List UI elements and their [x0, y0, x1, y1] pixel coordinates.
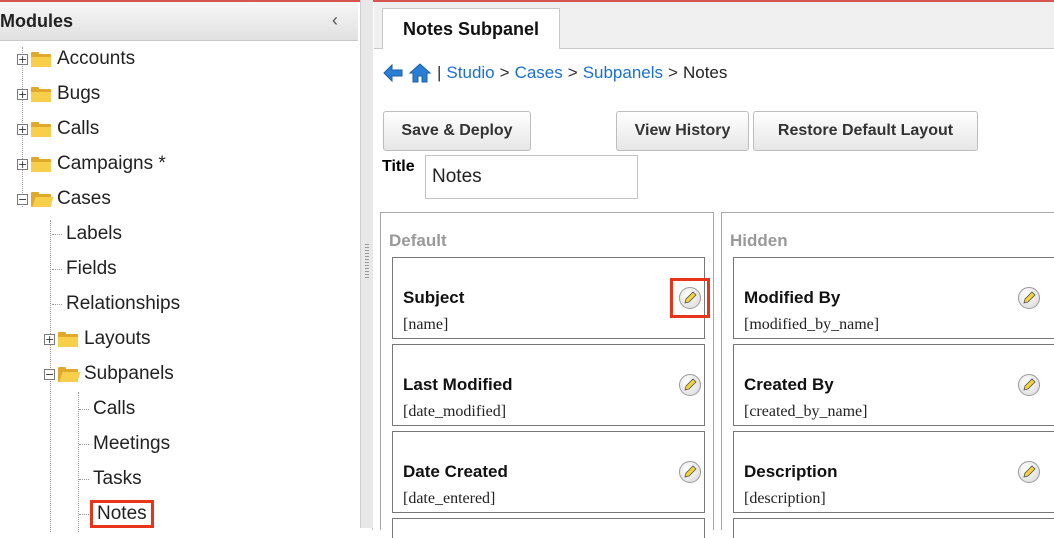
- field-key: [name]: [403, 316, 449, 333]
- field-key: [modified_by_name]: [744, 316, 880, 333]
- tree-node-label: Labels: [66, 223, 122, 244]
- edit-pencil-icon[interactable]: [679, 374, 701, 396]
- tree-node-label: Meetings: [93, 433, 171, 454]
- folder-icon: [58, 331, 78, 347]
- expand-icon[interactable]: +: [17, 123, 28, 135]
- breadcrumb-arrow: >: [567, 63, 578, 82]
- breadcrumb-studio[interactable]: Studio: [446, 63, 494, 83]
- field-key: [created_by_name]: [744, 403, 868, 420]
- breadcrumb-cases[interactable]: Cases: [515, 63, 563, 83]
- default-column: Default Subject [name] Last Modified [da…: [380, 212, 714, 538]
- edit-pencil-icon[interactable]: [679, 461, 701, 483]
- field-key: [description]: [744, 490, 826, 507]
- folder-icon: [31, 121, 51, 137]
- field-label: Date Created: [403, 462, 508, 481]
- open-folder-icon: [58, 366, 81, 382]
- tree-node-label: Calls: [57, 118, 100, 139]
- field-card-subject[interactable]: Subject [name]: [392, 257, 710, 339]
- edit-pencil-icon[interactable]: [1018, 287, 1040, 309]
- tree-node-relationships[interactable]: Relationships: [52, 289, 180, 319]
- edit-pencil-icon[interactable]: [679, 287, 701, 309]
- collapse-panel-icon[interactable]: ‹: [332, 10, 338, 31]
- field-card-partial[interactable]: [733, 518, 1054, 538]
- folder-icon: [31, 86, 51, 102]
- field-label: Description: [744, 462, 838, 481]
- view-history-button[interactable]: View History: [616, 111, 749, 151]
- field-label: Modified By: [744, 288, 841, 307]
- open-folder-icon: [31, 191, 54, 207]
- tree-node-label: Accounts: [57, 48, 136, 69]
- default-column-heading: Default: [389, 231, 447, 250]
- restore-default-layout-button[interactable]: Restore Default Layout: [753, 111, 978, 151]
- edit-pencil-icon[interactable]: [1018, 461, 1040, 483]
- modules-panel-header: Modules ‹: [0, 2, 358, 41]
- tree-node-subpanel-tasks[interactable]: Tasks: [79, 464, 142, 494]
- breadcrumb-separator: |: [437, 63, 442, 82]
- tree-node-subpanel-meetings[interactable]: Meetings: [79, 429, 170, 459]
- tree-node-label: Tasks: [93, 468, 142, 489]
- tree-node-label: Layouts: [84, 328, 151, 349]
- splitter-grip[interactable]: [365, 244, 369, 280]
- breadcrumb: | Studio > Cases > Subpanels > Notes: [382, 62, 727, 84]
- edit-pencil-icon[interactable]: [1018, 374, 1040, 396]
- field-key: [date_modified]: [403, 403, 507, 420]
- breadcrumb-subpanels[interactable]: Subpanels: [583, 63, 663, 83]
- tree-node-cases[interactable]: − Cases: [17, 184, 111, 214]
- title-label: Title: [382, 158, 415, 175]
- field-label: Created By: [744, 375, 834, 394]
- tab-bar: Notes Subpanel: [374, 2, 1054, 49]
- collapse-icon[interactable]: −: [17, 193, 28, 205]
- expand-icon[interactable]: +: [17, 53, 28, 65]
- field-card-last-modified[interactable]: Last Modified [date_modified]: [392, 344, 705, 426]
- tree-node-subpanels[interactable]: − Subpanels: [44, 359, 174, 389]
- modules-panel: Modules ‹ + Accounts + Bugs + Calls + Ca…: [0, 2, 373, 532]
- expand-icon[interactable]: +: [44, 333, 55, 345]
- breadcrumb-arrow: >: [499, 63, 510, 82]
- save-deploy-button[interactable]: Save & Deploy: [383, 111, 531, 151]
- tree-node-label: Relationships: [66, 293, 181, 314]
- breadcrumb-current: Notes: [682, 63, 728, 82]
- folder-icon: [31, 51, 51, 67]
- tree-node-campaigns[interactable]: + Campaigns *: [17, 149, 166, 179]
- home-icon[interactable]: [408, 62, 432, 84]
- back-arrow-icon[interactable]: [382, 63, 404, 83]
- breadcrumb-arrow: >: [668, 63, 678, 82]
- field-card-partial[interactable]: [392, 518, 705, 538]
- expand-icon[interactable]: +: [17, 158, 28, 170]
- tree-node-label: Subpanels: [84, 363, 174, 384]
- panel-splitter[interactable]: [360, 0, 373, 528]
- tree-node-calls[interactable]: + Calls: [17, 114, 99, 144]
- field-card-created-by[interactable]: Created By [created_by_name]: [733, 344, 1054, 426]
- tree-node-label: Cases: [57, 188, 111, 209]
- tree-node-layouts[interactable]: + Layouts: [44, 324, 151, 354]
- field-card-description[interactable]: Description [description]: [733, 431, 1054, 513]
- modules-panel-title: Modules: [0, 11, 74, 31]
- tree-node-bugs[interactable]: + Bugs: [17, 79, 100, 109]
- expand-icon[interactable]: +: [17, 88, 28, 100]
- field-label: Last Modified: [403, 375, 513, 394]
- field-key: [date_entered]: [403, 490, 496, 507]
- tree-node-labels[interactable]: Labels: [52, 219, 122, 249]
- tree-node-label: Fields: [66, 258, 117, 279]
- tree-node-subpanel-notes[interactable]: Notes: [79, 499, 154, 529]
- folder-icon: [31, 156, 51, 172]
- field-card-date-created[interactable]: Date Created [date_entered]: [392, 431, 705, 513]
- field-card-modified-by[interactable]: Modified By [modified_by_name]: [733, 257, 1054, 339]
- tree-node-label: Calls: [93, 398, 136, 419]
- tree-node-accounts[interactable]: + Accounts: [17, 44, 135, 74]
- tree-node-fields[interactable]: Fields: [52, 254, 117, 284]
- tab-notes-subpanel[interactable]: Notes Subpanel: [382, 8, 560, 49]
- title-input[interactable]: Notes: [425, 155, 638, 199]
- hidden-column-heading: Hidden: [730, 231, 788, 250]
- hidden-column: Hidden Modified By [modified_by_name] Cr…: [721, 212, 1054, 538]
- tree-node-label-selected: Notes: [90, 500, 154, 528]
- tree-node-subpanel-calls[interactable]: Calls: [79, 394, 135, 424]
- tree-node-label: Bugs: [57, 83, 101, 104]
- field-label: Subject: [403, 288, 465, 307]
- tree-node-label: Campaigns *: [57, 153, 166, 174]
- collapse-icon[interactable]: −: [44, 368, 55, 380]
